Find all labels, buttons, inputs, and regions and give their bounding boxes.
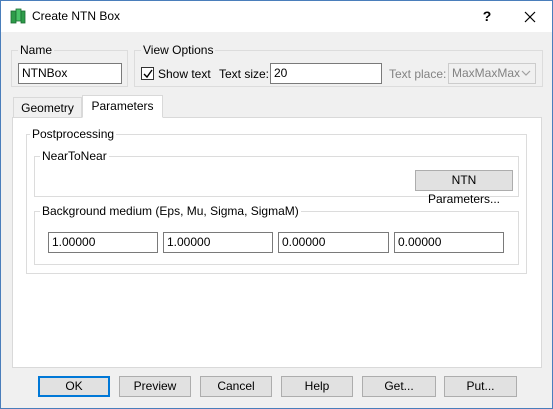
put-button[interactable]: Put... bbox=[444, 376, 517, 397]
close-button[interactable] bbox=[507, 1, 552, 32]
text-place-value: MaxMaxMax bbox=[452, 66, 521, 80]
view-options-title: View Options bbox=[141, 43, 216, 57]
text-size-field[interactable]: 20 bbox=[270, 63, 382, 84]
text-place-label: Text place: bbox=[389, 67, 447, 81]
app-icon bbox=[10, 8, 26, 24]
show-text-label[interactable]: Show text bbox=[158, 67, 211, 81]
tab-geometry[interactable]: Geometry bbox=[13, 97, 82, 118]
sigma-m-field[interactable]: 0.00000 bbox=[394, 232, 504, 253]
mu-field[interactable]: 1.00000 bbox=[163, 232, 273, 253]
eps-field[interactable]: 1.00000 bbox=[48, 232, 158, 253]
window-title: Create NTN Box bbox=[32, 9, 121, 23]
ntn-parameters-button[interactable]: NTN Parameters... bbox=[415, 170, 513, 206]
preview-button[interactable]: Preview bbox=[119, 376, 191, 397]
postprocessing-title: Postprocessing bbox=[30, 127, 117, 141]
checkmark-icon bbox=[143, 69, 153, 79]
get-button[interactable]: Get... bbox=[362, 376, 436, 397]
name-field[interactable]: NTNBox bbox=[18, 63, 122, 84]
close-icon bbox=[524, 11, 535, 23]
text-size-label: Text size: bbox=[219, 67, 270, 81]
chevron-down-icon bbox=[521, 66, 531, 86]
help-button[interactable]: Help bbox=[281, 376, 353, 397]
near-to-near-title: NearToNear bbox=[40, 149, 109, 163]
help-title-button[interactable]: ? bbox=[467, 1, 507, 32]
background-medium-title: Background medium (Eps, Mu, Sigma, Sigma… bbox=[40, 204, 301, 218]
name-group-title: Name bbox=[18, 43, 55, 57]
cancel-button[interactable]: Cancel bbox=[200, 376, 272, 397]
text-place-dropdown[interactable]: MaxMaxMax bbox=[448, 63, 536, 84]
ok-button[interactable]: OK bbox=[38, 376, 110, 397]
sigma-field[interactable]: 0.00000 bbox=[278, 232, 389, 253]
title-bar[interactable]: Create NTN Box ? bbox=[1, 1, 552, 32]
dialog-window: Create NTN Box ? Name NTNBox View Option… bbox=[0, 0, 553, 409]
show-text-checkbox[interactable] bbox=[141, 67, 154, 80]
tab-parameters[interactable]: Parameters bbox=[82, 95, 163, 118]
